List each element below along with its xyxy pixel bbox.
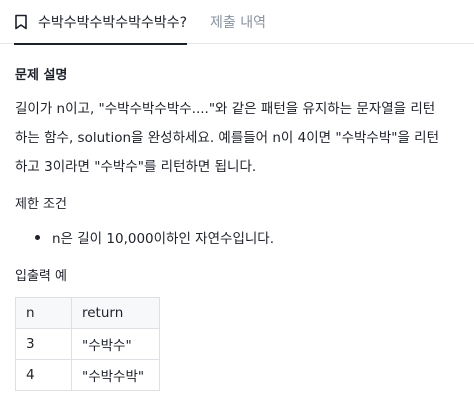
active-tab-indicator [14, 43, 188, 45]
bullet-dot-icon [35, 234, 40, 240]
table-cell-return: "수박수" [71, 328, 160, 360]
tab-problem[interactable]: 수박수박수박수박수박수? [14, 0, 188, 45]
table-cell-return: "수박수박" [71, 359, 160, 391]
column-header-return: return [71, 297, 160, 329]
bookmark-icon[interactable] [14, 14, 28, 30]
tab-submissions-label: 제출 내역 [210, 15, 266, 31]
tab-bar: 수박수박수박수박수박수? 제출 내역 [0, 0, 474, 45]
description-line: 하는 함수, solution을 완성하세요. 예를들어 n이 4이면 "수박수… [15, 130, 440, 146]
description-line: 하고 3이라면 "수박수"를 리턴하면 됩니다. [15, 159, 257, 175]
constraint-item: n은 길이 10,000이하인 자연수입니다. [35, 227, 274, 247]
constraint-text: n은 길이 10,000이하인 자연수입니다. [52, 231, 274, 247]
tab-problem-label: 수박수박수박수박수박수? [38, 15, 188, 31]
table-cell-n: 3 [15, 328, 72, 360]
table-header-row: n return [15, 297, 160, 329]
examples-heading: 입출력 예 [15, 269, 67, 284]
column-header-n: n [15, 297, 72, 329]
tab-submissions[interactable]: 제출 내역 [210, 0, 266, 44]
description-line: 길이가 n이고, "수박수박수박수...."와 같은 패턴을 유지하는 문자열을… [15, 101, 436, 117]
table-row: 4 "수박수박" [15, 359, 160, 391]
constraints-heading: 제한 조건 [15, 197, 67, 212]
problem-description: 길이가 n이고, "수박수박수박수...."와 같은 패턴을 유지하는 문자열을… [15, 95, 465, 182]
problem-description-heading: 문제 설명 [15, 68, 68, 83]
table-row: 3 "수박수" [15, 328, 160, 360]
examples-table: n return 3 "수박수" 4 "수박수박" [15, 297, 160, 391]
table-cell-n: 4 [15, 359, 72, 391]
